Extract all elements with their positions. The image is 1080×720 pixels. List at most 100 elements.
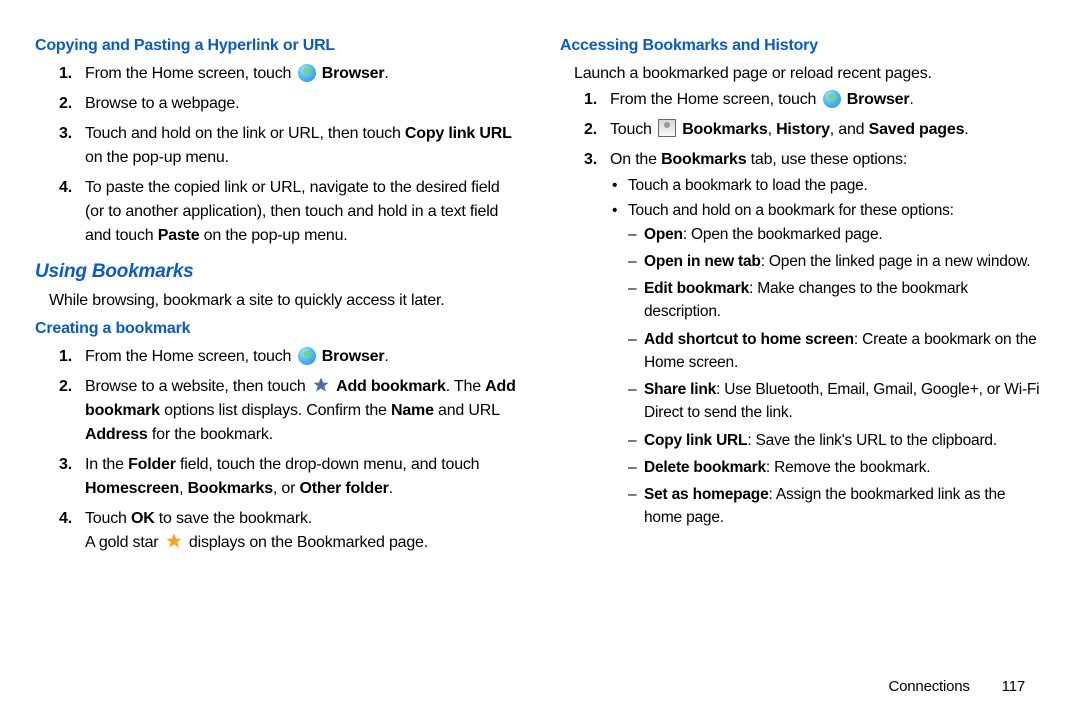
footer-page-number: 117 xyxy=(1002,678,1025,695)
text-bold: Delete bookmark xyxy=(644,459,766,476)
options-bullets: Touch a bookmark to load the page. Touch… xyxy=(610,174,1045,530)
opt-add-shortcut: Add shortcut to home screen: Create a bo… xyxy=(644,328,1045,375)
text: From the Home screen, touch xyxy=(85,65,296,82)
add-bookmark-star-icon xyxy=(312,376,330,394)
text: . xyxy=(384,65,388,82)
heading-using-bookmarks: Using Bookmarks xyxy=(35,258,520,287)
text: Touch xyxy=(85,510,131,527)
text-bold: Add bookmark xyxy=(336,378,446,395)
text-bold: Other folder xyxy=(300,480,389,497)
gold-star-icon xyxy=(165,532,183,550)
right-column: Accessing Bookmarks and History Launch a… xyxy=(560,30,1045,561)
text-bold: Bookmarks xyxy=(661,151,746,168)
text: . xyxy=(964,121,968,138)
text: on the pop-up menu. xyxy=(85,149,229,166)
text-bold: Open xyxy=(644,226,683,243)
text-bold: Copy link URL xyxy=(405,125,512,142)
text: A gold star xyxy=(85,534,163,551)
create-step-2: Browse to a website, then touch Add book… xyxy=(85,375,520,447)
text-bold: Bookmarks xyxy=(188,480,273,497)
text: , and xyxy=(830,121,869,138)
text: Touch and hold on the link or URL, then … xyxy=(85,125,405,142)
opt-edit: Edit bookmark: Make changes to the bookm… xyxy=(644,277,1045,324)
text: and URL xyxy=(434,402,499,419)
text: displays on the Bookmarked page. xyxy=(185,534,428,551)
text: , or xyxy=(273,480,300,497)
create-step-1: From the Home screen, touch Browser. xyxy=(85,345,520,369)
text: : Open the linked page in a new window. xyxy=(761,253,1031,270)
browser-globe-icon xyxy=(823,90,841,108)
copy-step-3: Touch and hold on the link or URL, then … xyxy=(85,122,520,170)
page-footer: Connections 117 xyxy=(889,676,1025,699)
text-bold: Set as homepage xyxy=(644,486,769,503)
text: , xyxy=(179,480,188,497)
heading-create-bookmark: Creating a bookmark xyxy=(35,317,520,341)
create-steps-list: From the Home screen, touch Browser. Bro… xyxy=(57,345,520,555)
copy-steps-list: From the Home screen, touch Browser. Bro… xyxy=(57,62,520,248)
text: From the Home screen, touch xyxy=(610,91,821,108)
access-intro: Launch a bookmarked page or reload recen… xyxy=(574,62,1045,86)
text: On the xyxy=(610,151,661,168)
text-bold: Address xyxy=(85,426,148,443)
heading-access-bookmarks: Accessing Bookmarks and History xyxy=(560,34,1045,58)
text-bold: Bookmarks xyxy=(682,121,767,138)
text: . The xyxy=(446,378,485,395)
opt-delete: Delete bookmark: Remove the bookmark. xyxy=(644,456,1045,479)
text-bold: Paste xyxy=(158,227,200,244)
text: field, touch the drop-down menu, and tou… xyxy=(176,456,480,473)
opt-open-new-tab: Open in new tab: Open the linked page in… xyxy=(644,250,1045,273)
copy-step-2: Browse to a webpage. xyxy=(85,92,520,116)
text: . xyxy=(909,91,913,108)
text-bold: Homescreen xyxy=(85,480,179,497)
text: From the Home screen, touch xyxy=(85,348,296,365)
bookmarks-icon xyxy=(658,119,676,137)
hold-options-list: Open: Open the bookmarked page. Open in … xyxy=(628,223,1045,530)
text-bold: Browser xyxy=(322,65,385,82)
text-bold: Add shortcut to home screen xyxy=(644,331,854,348)
text: Browse to a website, then touch xyxy=(85,378,310,395)
opt-open: Open: Open the bookmarked page. xyxy=(644,223,1045,246)
access-step-3: On the Bookmarks tab, use these options:… xyxy=(610,148,1045,530)
text-bold: Copy link URL xyxy=(644,432,747,449)
opt-copy-url: Copy link URL: Save the link's URL to th… xyxy=(644,429,1045,452)
text: . xyxy=(389,480,393,497)
text-bold: Share link xyxy=(644,381,716,398)
text: to save the bookmark. xyxy=(155,510,312,527)
text-bold: Edit bookmark xyxy=(644,280,749,297)
copy-step-4: To paste the copied link or URL, navigat… xyxy=(85,176,520,248)
text: In the xyxy=(85,456,128,473)
opt-set-homepage: Set as homepage: Assign the bookmarked l… xyxy=(644,483,1045,530)
bullet-load-page: Touch a bookmark to load the page. xyxy=(628,174,1045,197)
access-step-2: Touch Bookmarks, History, and Saved page… xyxy=(610,118,1045,142)
browser-globe-icon xyxy=(298,347,316,365)
browser-globe-icon xyxy=(298,64,316,82)
bullet-hold-options: Touch and hold on a bookmark for these o… xyxy=(628,199,1045,529)
access-steps-list: From the Home screen, touch Browser. Tou… xyxy=(582,88,1045,530)
text-bold: History xyxy=(776,121,830,138)
text: . xyxy=(384,348,388,365)
footer-section: Connections xyxy=(889,678,970,695)
text: Touch xyxy=(610,121,656,138)
text: on the pop-up menu. xyxy=(199,227,347,244)
text: for the bookmark. xyxy=(148,426,273,443)
text-bold: Browser xyxy=(847,91,910,108)
create-step-4: Touch OK to save the bookmark. A gold st… xyxy=(85,507,520,555)
copy-step-1: From the Home screen, touch Browser. xyxy=(85,62,520,86)
text-bold: Open in new tab xyxy=(644,253,761,270)
text-bold: Name xyxy=(391,402,434,419)
text-bold: OK xyxy=(131,510,155,527)
text: options list displays. Confirm the xyxy=(160,402,391,419)
using-intro: While browsing, bookmark a site to quick… xyxy=(49,289,520,313)
left-column: Copying and Pasting a Hyperlink or URL F… xyxy=(35,30,520,561)
create-step-3: In the Folder field, touch the drop-down… xyxy=(85,453,520,501)
text-bold: Saved pages xyxy=(869,121,965,138)
access-step-1: From the Home screen, touch Browser. xyxy=(610,88,1045,112)
text-bold: Browser xyxy=(322,348,385,365)
text: Touch and hold on a bookmark for these o… xyxy=(628,202,954,219)
text: tab, use these options: xyxy=(746,151,907,168)
text: : Save the link's URL to the clipboard. xyxy=(747,432,997,449)
text: , xyxy=(768,121,777,138)
text: : Remove the bookmark. xyxy=(766,459,930,476)
heading-copy-paste: Copying and Pasting a Hyperlink or URL xyxy=(35,34,520,58)
page-columns: Copying and Pasting a Hyperlink or URL F… xyxy=(35,30,1045,561)
